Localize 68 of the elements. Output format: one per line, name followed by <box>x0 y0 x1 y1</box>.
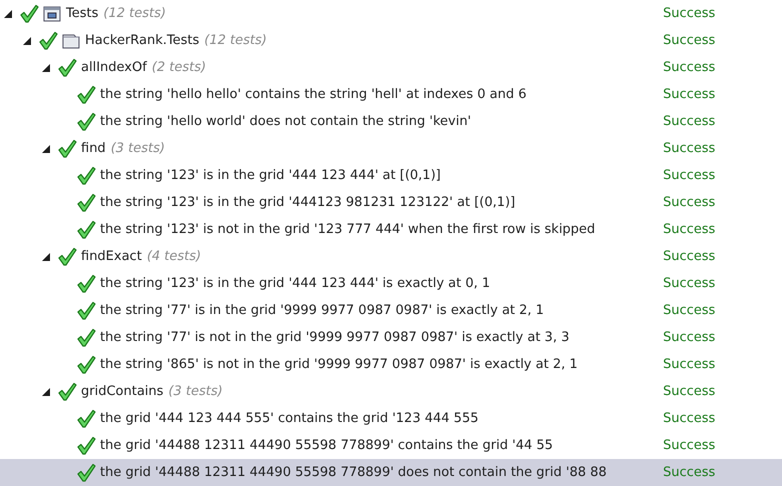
expander-icon[interactable] <box>41 62 51 72</box>
tree-row[interactable]: the grid '44488 12311 44490 55598 778899' contains the grid '44 55 Success <box>0 432 782 459</box>
test-name: findExact <box>81 249 142 264</box>
expander-icon[interactable] <box>41 252 51 262</box>
tree-row[interactable]: the string '77' is not in the grid '9999 9977 0987 0987' is exactly at 3, 3 Success <box>0 324 782 351</box>
test-name: the string 'hello world' does not contain the string 'kevin' <box>100 114 472 129</box>
expander-icon[interactable] <box>22 36 32 46</box>
test-count: (3 tests) <box>168 384 223 399</box>
tree-row[interactable]: the grid '444 123 444 555' contains the grid '123 444 555 Success <box>0 405 782 432</box>
test-count: (2 tests) <box>152 60 206 75</box>
test-result: Success <box>663 330 716 345</box>
tree-row[interactable]: allIndexOf (2 tests) Success <box>0 54 782 81</box>
test-name: the string 'hello hello' contains the string 'hell' at indexes 0 and 6 <box>100 87 527 102</box>
test-name: the string '865' is not in the grid '9999 9977 0987 0987' is exactly at 2, 1 <box>100 357 578 372</box>
test-result: Success <box>663 411 716 426</box>
window-icon <box>43 6 61 22</box>
test-name: the grid '444 123 444 555' contains the grid '123 444 555 <box>100 411 478 426</box>
test-result: Success <box>663 141 716 156</box>
test-result: Success <box>663 249 716 264</box>
folder-icon <box>62 32 80 48</box>
tree-row[interactable]: Tests (12 tests) Success <box>0 0 782 27</box>
test-count: (12 tests) <box>204 33 267 48</box>
test-name: the string '123' is not in the grid '123 777 444' when the first row is skipped <box>100 222 596 237</box>
test-count: (12 tests) <box>103 6 166 21</box>
test-name: gridContains <box>81 384 164 399</box>
test-result: Success <box>663 114 716 129</box>
test-result: Success <box>663 357 716 372</box>
test-name: the string '123' is in the grid '444 123 444' at [(0,1)] <box>100 168 441 183</box>
test-name: Tests <box>66 6 98 21</box>
tree-row[interactable]: the string '77' is in the grid '9999 9977 0987 0987' is exactly at 2, 1 Success <box>0 297 782 324</box>
test-result: Success <box>663 168 716 183</box>
test-result: Success <box>663 465 716 480</box>
test-result: Success <box>663 33 716 48</box>
tree-row[interactable]: the string '123' is in the grid '444123 981231 123122' at [(0,1)] Success <box>0 189 782 216</box>
test-result: Success <box>663 384 716 399</box>
tree-row[interactable]: the grid '44488 12311 44490 55598 778899' does not contain the grid '88 88 Success <box>0 459 782 486</box>
tree-row[interactable]: the string '865' is not in the grid '9999 9977 0987 0987' is exactly at 2, 1 Success <box>0 351 782 378</box>
test-result: Success <box>663 276 716 291</box>
test-result: Success <box>663 222 716 237</box>
test-count: (4 tests) <box>146 249 202 264</box>
test-result: Success <box>663 60 716 75</box>
test-name: find <box>81 141 106 156</box>
test-count: (3 tests) <box>110 141 165 156</box>
tree-row[interactable]: HackerRank.Tests (12 tests) Success <box>0 27 782 54</box>
tree-row[interactable]: find (3 tests) Success <box>0 135 782 162</box>
expander-icon[interactable] <box>3 8 13 18</box>
expander-icon[interactable] <box>41 144 51 154</box>
tree-row[interactable]: the string '123' is in the grid '444 123 444' at [(0,1)] Success <box>0 162 782 189</box>
test-result: Success <box>663 303 716 318</box>
test-name: the string '77' is in the grid '9999 9977 0987 0987' is exactly at 2, 1 <box>100 303 544 318</box>
expander-icon[interactable] <box>41 386 51 396</box>
test-name: HackerRank.Tests <box>85 33 200 48</box>
tree-row[interactable]: gridContains (3 tests) Success <box>0 378 782 405</box>
test-name: the string '77' is not in the grid '9999 9977 0987 0987' is exactly at 3, 3 <box>100 330 570 345</box>
test-name: the grid '44488 12311 44490 55598 778899' contains the grid '44 55 <box>100 438 553 453</box>
tree-row[interactable]: the string '123' is in the grid '444 123 444' is exactly at 0, 1 Success <box>0 270 782 297</box>
tree-row[interactable]: the string 'hello hello' contains the string 'hell' at indexes 0 and 6 Success <box>0 81 782 108</box>
test-result: Success <box>663 195 716 210</box>
test-name: the grid '44488 12311 44490 55598 778899' does not contain the grid '88 88 <box>100 465 607 480</box>
test-name: the string '123' is in the grid '444 123 444' is exactly at 0, 1 <box>100 276 490 291</box>
test-result: Success <box>663 87 716 102</box>
test-name: allIndexOf <box>81 60 147 75</box>
test-result: Success <box>663 6 716 21</box>
tree-row[interactable]: the string 'hello world' does not contain the string 'kevin' Success <box>0 108 782 135</box>
test-name: the string '123' is in the grid '444123 981231 123122' at [(0,1)] <box>100 195 516 210</box>
test-result: Success <box>663 438 716 453</box>
tree-row[interactable]: the string '123' is not in the grid '123 777 444' when the first row is skipped Success <box>0 216 782 243</box>
tree-row[interactable]: findExact (4 tests) Success <box>0 243 782 270</box>
